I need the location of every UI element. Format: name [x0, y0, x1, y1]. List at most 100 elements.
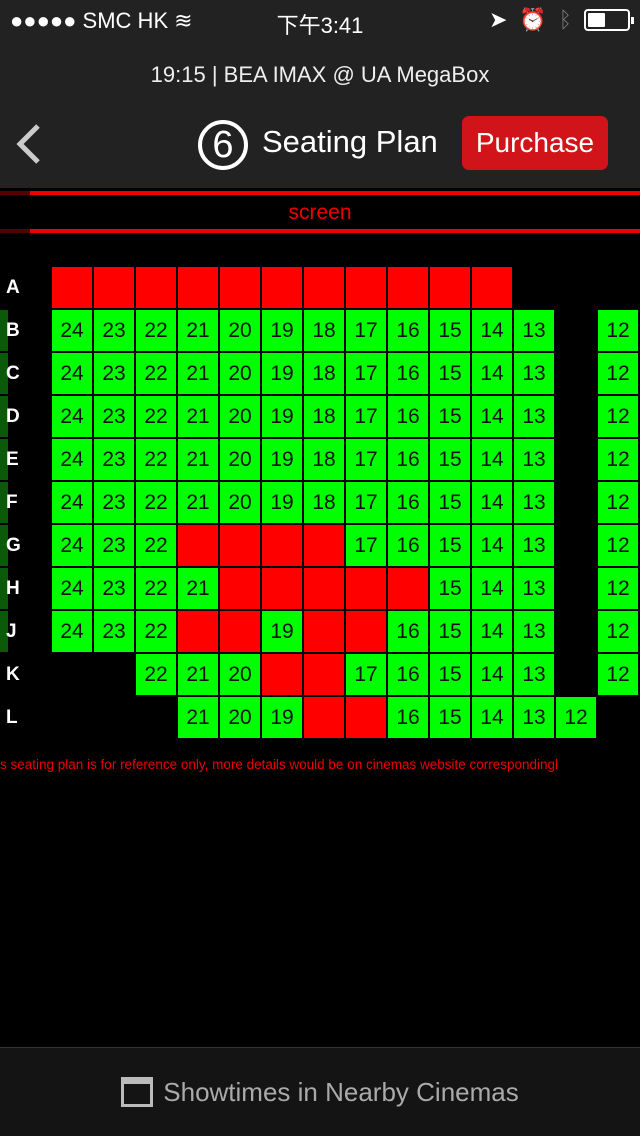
seat-available[interactable]: 22 — [136, 310, 176, 351]
seat-available[interactable]: 24 — [52, 396, 92, 437]
seat-available[interactable]: 13 — [514, 568, 554, 609]
seat-available[interactable]: 17 — [346, 353, 386, 394]
seat-available[interactable]: 23 — [94, 611, 134, 652]
seat-available[interactable]: 13 — [514, 611, 554, 652]
seat-available[interactable]: 23 — [94, 439, 134, 480]
seat-available[interactable]: 18 — [304, 310, 344, 351]
seat-available[interactable]: 21 — [178, 482, 218, 523]
seat-available[interactable]: 18 — [304, 482, 344, 523]
seat-available[interactable]: 24 — [52, 310, 92, 351]
seat-available[interactable]: 19 — [262, 353, 302, 394]
seat-available[interactable]: 19 — [262, 611, 302, 652]
seat-available[interactable]: 19 — [262, 310, 302, 351]
seat-available[interactable]: 22 — [136, 525, 176, 566]
seat-available[interactable]: 15 — [430, 611, 470, 652]
seat-available[interactable]: 22 — [136, 654, 176, 695]
seat-available[interactable]: 24 — [52, 611, 92, 652]
seat-available[interactable]: 24 — [52, 525, 92, 566]
seat-available[interactable]: 20 — [220, 310, 260, 351]
seat-available[interactable]: 14 — [472, 439, 512, 480]
seat-available[interactable]: 16 — [388, 353, 428, 394]
seat-available[interactable]: 16 — [388, 611, 428, 652]
seat-available[interactable]: 19 — [262, 439, 302, 480]
seat-available[interactable]: 13 — [514, 654, 554, 695]
seat-available[interactable]: 22 — [136, 396, 176, 437]
seat-available[interactable]: 12 — [598, 353, 638, 394]
seat-available[interactable]: 13 — [514, 697, 554, 738]
seat-available[interactable]: 20 — [220, 482, 260, 523]
seat-available[interactable]: 23 — [94, 396, 134, 437]
seat-available[interactable]: 12 — [598, 568, 638, 609]
seat-available[interactable]: 16 — [388, 310, 428, 351]
seat-available[interactable]: 14 — [472, 353, 512, 394]
seat-available[interactable]: 15 — [430, 353, 470, 394]
seat-available[interactable]: 15 — [430, 439, 470, 480]
seat-available[interactable]: 17 — [346, 396, 386, 437]
seat-available[interactable]: 17 — [346, 482, 386, 523]
seat-available[interactable]: 24 — [52, 568, 92, 609]
seat-available[interactable]: 23 — [94, 482, 134, 523]
seat-available[interactable]: 12 — [598, 611, 638, 652]
seat-available[interactable]: 14 — [472, 525, 512, 566]
seat-available[interactable]: 14 — [472, 482, 512, 523]
seat-available[interactable]: 17 — [346, 654, 386, 695]
seat-available[interactable]: 16 — [388, 654, 428, 695]
seat-available[interactable]: 14 — [472, 611, 512, 652]
seat-available[interactable]: 22 — [136, 482, 176, 523]
seat-available[interactable]: 12 — [598, 482, 638, 523]
seat-available[interactable]: 23 — [94, 310, 134, 351]
seat-available[interactable]: 24 — [52, 439, 92, 480]
seat-available[interactable]: 21 — [178, 654, 218, 695]
seat-available[interactable]: 13 — [514, 482, 554, 523]
purchase-button[interactable]: Purchase — [462, 116, 608, 170]
seat-available[interactable]: 12 — [598, 310, 638, 351]
seat-available[interactable]: 23 — [94, 353, 134, 394]
seat-available[interactable]: 16 — [388, 439, 428, 480]
seat-available[interactable]: 13 — [514, 525, 554, 566]
seat-available[interactable]: 15 — [430, 654, 470, 695]
seat-available[interactable]: 19 — [262, 697, 302, 738]
seat-available[interactable]: 21 — [178, 697, 218, 738]
seat-available[interactable]: 21 — [178, 396, 218, 437]
seat-available[interactable]: 12 — [556, 697, 596, 738]
seat-available[interactable]: 18 — [304, 439, 344, 480]
seat-available[interactable]: 20 — [220, 697, 260, 738]
seat-available[interactable]: 22 — [136, 353, 176, 394]
seat-available[interactable]: 13 — [514, 396, 554, 437]
seat-available[interactable]: 20 — [220, 396, 260, 437]
seat-available[interactable]: 22 — [136, 439, 176, 480]
seat-available[interactable]: 24 — [52, 353, 92, 394]
seat-available[interactable]: 16 — [388, 396, 428, 437]
seat-available[interactable]: 17 — [346, 439, 386, 480]
seat-available[interactable]: 21 — [178, 353, 218, 394]
seat-available[interactable]: 19 — [262, 396, 302, 437]
seat-available[interactable]: 12 — [598, 396, 638, 437]
back-button[interactable] — [14, 122, 44, 166]
seat-available[interactable]: 12 — [598, 439, 638, 480]
seat-available[interactable]: 15 — [430, 525, 470, 566]
seat-available[interactable]: 14 — [472, 654, 512, 695]
seat-available[interactable]: 15 — [430, 697, 470, 738]
seat-available[interactable]: 19 — [262, 482, 302, 523]
seat-available[interactable]: 23 — [94, 568, 134, 609]
seat-available[interactable]: 14 — [472, 697, 512, 738]
seat-available[interactable]: 20 — [220, 654, 260, 695]
seat-available[interactable]: 16 — [388, 697, 428, 738]
seat-available[interactable]: 22 — [136, 568, 176, 609]
nearby-showtimes-button[interactable]: Showtimes in Nearby Cinemas — [0, 1047, 640, 1136]
seat-available[interactable]: 18 — [304, 396, 344, 437]
seat-available[interactable]: 13 — [514, 353, 554, 394]
seat-available[interactable]: 21 — [178, 568, 218, 609]
seat-available[interactable]: 22 — [136, 611, 176, 652]
seat-available[interactable]: 17 — [346, 310, 386, 351]
seat-available[interactable]: 21 — [178, 439, 218, 480]
seat-available[interactable]: 18 — [304, 353, 344, 394]
seat-available[interactable]: 16 — [388, 482, 428, 523]
seat-available[interactable]: 20 — [220, 439, 260, 480]
seat-available[interactable]: 14 — [472, 568, 512, 609]
seat-available[interactable]: 12 — [598, 525, 638, 566]
seat-available[interactable]: 21 — [178, 310, 218, 351]
seat-available[interactable]: 14 — [472, 310, 512, 351]
seat-available[interactable]: 14 — [472, 396, 512, 437]
seat-available[interactable]: 16 — [388, 525, 428, 566]
